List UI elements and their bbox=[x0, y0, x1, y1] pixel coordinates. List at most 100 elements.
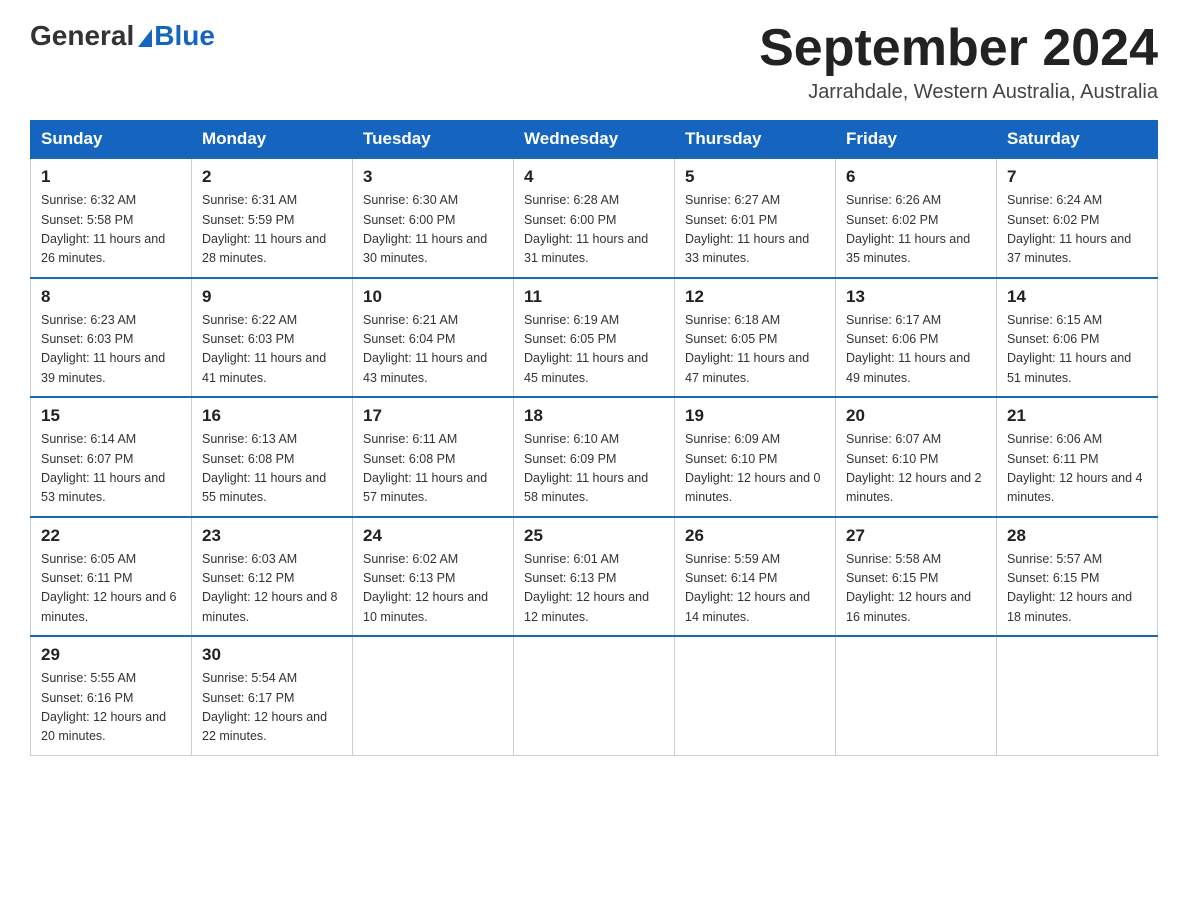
day-info: Sunrise: 6:30 AMSunset: 6:00 PMDaylight:… bbox=[363, 193, 487, 265]
calendar-cell: 9 Sunrise: 6:22 AMSunset: 6:03 PMDayligh… bbox=[192, 278, 353, 398]
day-info: Sunrise: 6:23 AMSunset: 6:03 PMDaylight:… bbox=[41, 313, 165, 385]
col-sunday: Sunday bbox=[31, 121, 192, 159]
day-number: 9 bbox=[202, 287, 342, 307]
day-info: Sunrise: 6:02 AMSunset: 6:13 PMDaylight:… bbox=[363, 552, 488, 624]
calendar-cell: 6 Sunrise: 6:26 AMSunset: 6:02 PMDayligh… bbox=[836, 158, 997, 278]
calendar-cell: 23 Sunrise: 6:03 AMSunset: 6:12 PMDaylig… bbox=[192, 517, 353, 637]
day-info: Sunrise: 6:28 AMSunset: 6:00 PMDaylight:… bbox=[524, 193, 648, 265]
calendar-cell: 7 Sunrise: 6:24 AMSunset: 6:02 PMDayligh… bbox=[997, 158, 1158, 278]
day-number: 8 bbox=[41, 287, 181, 307]
day-info: Sunrise: 6:31 AMSunset: 5:59 PMDaylight:… bbox=[202, 193, 326, 265]
calendar-cell: 3 Sunrise: 6:30 AMSunset: 6:00 PMDayligh… bbox=[353, 158, 514, 278]
logo-blue-word: Blue bbox=[154, 20, 215, 52]
calendar-cell: 27 Sunrise: 5:58 AMSunset: 6:15 PMDaylig… bbox=[836, 517, 997, 637]
day-info: Sunrise: 6:24 AMSunset: 6:02 PMDaylight:… bbox=[1007, 193, 1131, 265]
day-number: 12 bbox=[685, 287, 825, 307]
day-number: 28 bbox=[1007, 526, 1147, 546]
month-title: September 2024 bbox=[759, 20, 1158, 77]
day-info: Sunrise: 5:58 AMSunset: 6:15 PMDaylight:… bbox=[846, 552, 971, 624]
day-number: 29 bbox=[41, 645, 181, 665]
header: General Blue September 2024 Jarrahdale, … bbox=[30, 20, 1158, 104]
header-row: Sunday Monday Tuesday Wednesday Thursday… bbox=[31, 121, 1158, 159]
logo-triangle-icon bbox=[138, 29, 152, 47]
page: General Blue September 2024 Jarrahdale, … bbox=[0, 0, 1188, 786]
week-row-5: 29 Sunrise: 5:55 AMSunset: 6:16 PMDaylig… bbox=[31, 636, 1158, 755]
calendar-cell: 26 Sunrise: 5:59 AMSunset: 6:14 PMDaylig… bbox=[675, 517, 836, 637]
day-number: 14 bbox=[1007, 287, 1147, 307]
day-number: 24 bbox=[363, 526, 503, 546]
day-info: Sunrise: 5:57 AMSunset: 6:15 PMDaylight:… bbox=[1007, 552, 1132, 624]
day-number: 4 bbox=[524, 167, 664, 187]
logo-blue: Blue bbox=[134, 20, 215, 52]
calendar-cell: 21 Sunrise: 6:06 AMSunset: 6:11 PMDaylig… bbox=[997, 397, 1158, 517]
logo-text: General Blue bbox=[30, 20, 215, 52]
calendar-table: Sunday Monday Tuesday Wednesday Thursday… bbox=[30, 120, 1158, 756]
title-section: September 2024 Jarrahdale, Western Austr… bbox=[759, 20, 1158, 104]
calendar-cell bbox=[836, 636, 997, 755]
col-thursday: Thursday bbox=[675, 121, 836, 159]
day-info: Sunrise: 6:06 AMSunset: 6:11 PMDaylight:… bbox=[1007, 432, 1143, 504]
calendar-cell: 22 Sunrise: 6:05 AMSunset: 6:11 PMDaylig… bbox=[31, 517, 192, 637]
calendar-cell bbox=[353, 636, 514, 755]
calendar-cell: 8 Sunrise: 6:23 AMSunset: 6:03 PMDayligh… bbox=[31, 278, 192, 398]
calendar-cell: 30 Sunrise: 5:54 AMSunset: 6:17 PMDaylig… bbox=[192, 636, 353, 755]
day-info: Sunrise: 6:10 AMSunset: 6:09 PMDaylight:… bbox=[524, 432, 648, 504]
day-number: 27 bbox=[846, 526, 986, 546]
calendar-cell bbox=[514, 636, 675, 755]
calendar-cell: 28 Sunrise: 5:57 AMSunset: 6:15 PMDaylig… bbox=[997, 517, 1158, 637]
day-info: Sunrise: 6:18 AMSunset: 6:05 PMDaylight:… bbox=[685, 313, 809, 385]
calendar-cell: 29 Sunrise: 5:55 AMSunset: 6:16 PMDaylig… bbox=[31, 636, 192, 755]
col-tuesday: Tuesday bbox=[353, 121, 514, 159]
calendar-cell: 17 Sunrise: 6:11 AMSunset: 6:08 PMDaylig… bbox=[353, 397, 514, 517]
week-row-4: 22 Sunrise: 6:05 AMSunset: 6:11 PMDaylig… bbox=[31, 517, 1158, 637]
day-number: 5 bbox=[685, 167, 825, 187]
day-info: Sunrise: 5:59 AMSunset: 6:14 PMDaylight:… bbox=[685, 552, 810, 624]
day-info: Sunrise: 6:11 AMSunset: 6:08 PMDaylight:… bbox=[363, 432, 487, 504]
day-info: Sunrise: 6:21 AMSunset: 6:04 PMDaylight:… bbox=[363, 313, 487, 385]
day-info: Sunrise: 6:27 AMSunset: 6:01 PMDaylight:… bbox=[685, 193, 809, 265]
calendar-cell: 4 Sunrise: 6:28 AMSunset: 6:00 PMDayligh… bbox=[514, 158, 675, 278]
col-monday: Monday bbox=[192, 121, 353, 159]
calendar-cell: 12 Sunrise: 6:18 AMSunset: 6:05 PMDaylig… bbox=[675, 278, 836, 398]
calendar-cell: 16 Sunrise: 6:13 AMSunset: 6:08 PMDaylig… bbox=[192, 397, 353, 517]
day-info: Sunrise: 5:55 AMSunset: 6:16 PMDaylight:… bbox=[41, 671, 166, 743]
calendar-cell: 24 Sunrise: 6:02 AMSunset: 6:13 PMDaylig… bbox=[353, 517, 514, 637]
day-number: 16 bbox=[202, 406, 342, 426]
day-number: 25 bbox=[524, 526, 664, 546]
calendar-cell: 13 Sunrise: 6:17 AMSunset: 6:06 PMDaylig… bbox=[836, 278, 997, 398]
day-number: 21 bbox=[1007, 406, 1147, 426]
logo-general: General bbox=[30, 20, 134, 52]
week-row-3: 15 Sunrise: 6:14 AMSunset: 6:07 PMDaylig… bbox=[31, 397, 1158, 517]
day-info: Sunrise: 6:17 AMSunset: 6:06 PMDaylight:… bbox=[846, 313, 970, 385]
day-number: 18 bbox=[524, 406, 664, 426]
day-number: 20 bbox=[846, 406, 986, 426]
day-number: 7 bbox=[1007, 167, 1147, 187]
day-number: 10 bbox=[363, 287, 503, 307]
week-row-2: 8 Sunrise: 6:23 AMSunset: 6:03 PMDayligh… bbox=[31, 278, 1158, 398]
day-info: Sunrise: 6:15 AMSunset: 6:06 PMDaylight:… bbox=[1007, 313, 1131, 385]
calendar-cell: 15 Sunrise: 6:14 AMSunset: 6:07 PMDaylig… bbox=[31, 397, 192, 517]
day-info: Sunrise: 6:03 AMSunset: 6:12 PMDaylight:… bbox=[202, 552, 338, 624]
day-number: 17 bbox=[363, 406, 503, 426]
day-info: Sunrise: 6:05 AMSunset: 6:11 PMDaylight:… bbox=[41, 552, 177, 624]
day-number: 19 bbox=[685, 406, 825, 426]
col-saturday: Saturday bbox=[997, 121, 1158, 159]
day-info: Sunrise: 6:32 AMSunset: 5:58 PMDaylight:… bbox=[41, 193, 165, 265]
day-number: 15 bbox=[41, 406, 181, 426]
day-number: 13 bbox=[846, 287, 986, 307]
day-number: 22 bbox=[41, 526, 181, 546]
calendar-cell: 25 Sunrise: 6:01 AMSunset: 6:13 PMDaylig… bbox=[514, 517, 675, 637]
calendar-cell: 11 Sunrise: 6:19 AMSunset: 6:05 PMDaylig… bbox=[514, 278, 675, 398]
day-info: Sunrise: 6:26 AMSunset: 6:02 PMDaylight:… bbox=[846, 193, 970, 265]
day-info: Sunrise: 6:19 AMSunset: 6:05 PMDaylight:… bbox=[524, 313, 648, 385]
day-info: Sunrise: 6:22 AMSunset: 6:03 PMDaylight:… bbox=[202, 313, 326, 385]
location: Jarrahdale, Western Australia, Australia bbox=[759, 81, 1158, 104]
col-wednesday: Wednesday bbox=[514, 121, 675, 159]
day-info: Sunrise: 6:01 AMSunset: 6:13 PMDaylight:… bbox=[524, 552, 649, 624]
calendar-cell: 2 Sunrise: 6:31 AMSunset: 5:59 PMDayligh… bbox=[192, 158, 353, 278]
day-number: 3 bbox=[363, 167, 503, 187]
calendar-cell: 5 Sunrise: 6:27 AMSunset: 6:01 PMDayligh… bbox=[675, 158, 836, 278]
day-number: 1 bbox=[41, 167, 181, 187]
calendar-cell: 10 Sunrise: 6:21 AMSunset: 6:04 PMDaylig… bbox=[353, 278, 514, 398]
day-number: 30 bbox=[202, 645, 342, 665]
